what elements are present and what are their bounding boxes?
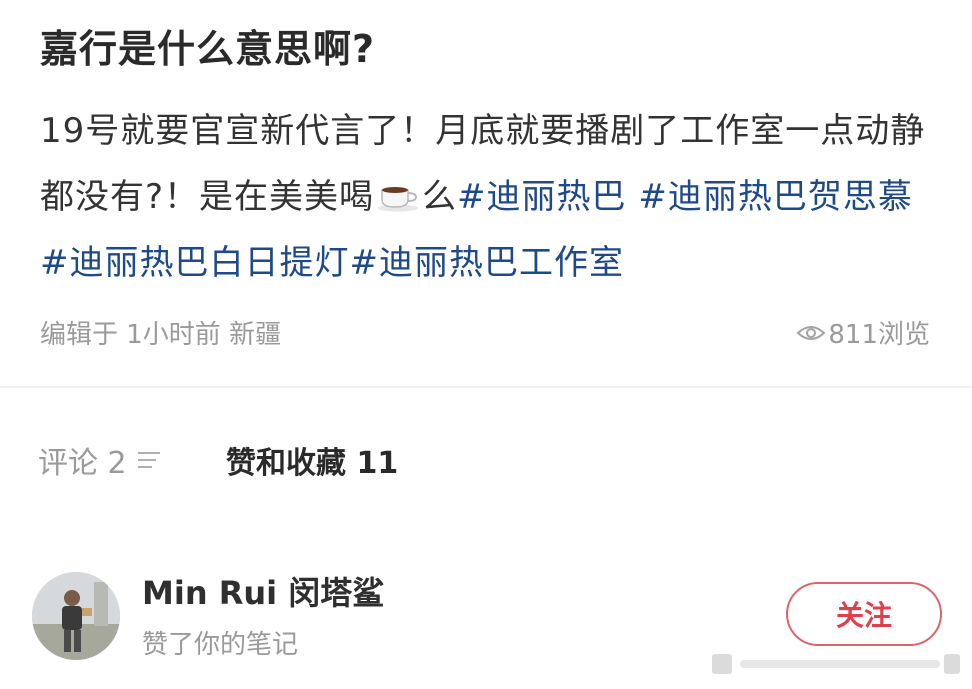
section-divider bbox=[0, 386, 972, 388]
tab-comments[interactable]: 评论 2 bbox=[38, 438, 163, 482]
view-count-label: 811浏览 bbox=[828, 320, 930, 350]
edit-info: 编辑于 1小时前 新疆 bbox=[40, 320, 282, 350]
hashtag-link[interactable]: #迪丽热巴 bbox=[457, 177, 627, 217]
user-name[interactable]: Min Rui 闵塔鲨 bbox=[142, 568, 384, 614]
sort-lines-icon[interactable] bbox=[135, 449, 163, 471]
post-text-end: 么 bbox=[422, 177, 458, 217]
hashtag-link[interactable]: #迪丽热巴贺思慕 bbox=[638, 177, 913, 217]
like-action-text: 赞了你的笔记 bbox=[142, 630, 299, 660]
watermark-logo bbox=[712, 654, 960, 674]
coffee-cup-icon bbox=[378, 187, 419, 212]
view-count: 811浏览 bbox=[796, 314, 930, 351]
hashtag-link[interactable]: #迪丽热巴白日提灯 bbox=[40, 243, 350, 283]
avatar[interactable] bbox=[32, 572, 120, 660]
tab-likes-and-favorites[interactable]: 赞和收藏 11 bbox=[226, 438, 398, 482]
hashtag-link[interactable]: #迪丽热巴工作室 bbox=[350, 243, 625, 283]
tab-comments-label: 评论 2 bbox=[38, 446, 127, 481]
post-body: 19号就要官宣新代言了！月底就要播剧了工作室一点动静都没有?！是在美美喝 么#迪… bbox=[40, 98, 940, 296]
post-title: 嘉行是什么意思啊? bbox=[40, 27, 376, 71]
avatar-photo bbox=[32, 572, 120, 660]
note-page: 嘉行是什么意思啊? 19号就要官宣新代言了！月底就要播剧了工作室一点动静都没有?… bbox=[0, 0, 972, 689]
follow-button[interactable]: 关注 bbox=[786, 582, 942, 646]
eye-icon bbox=[796, 325, 826, 340]
